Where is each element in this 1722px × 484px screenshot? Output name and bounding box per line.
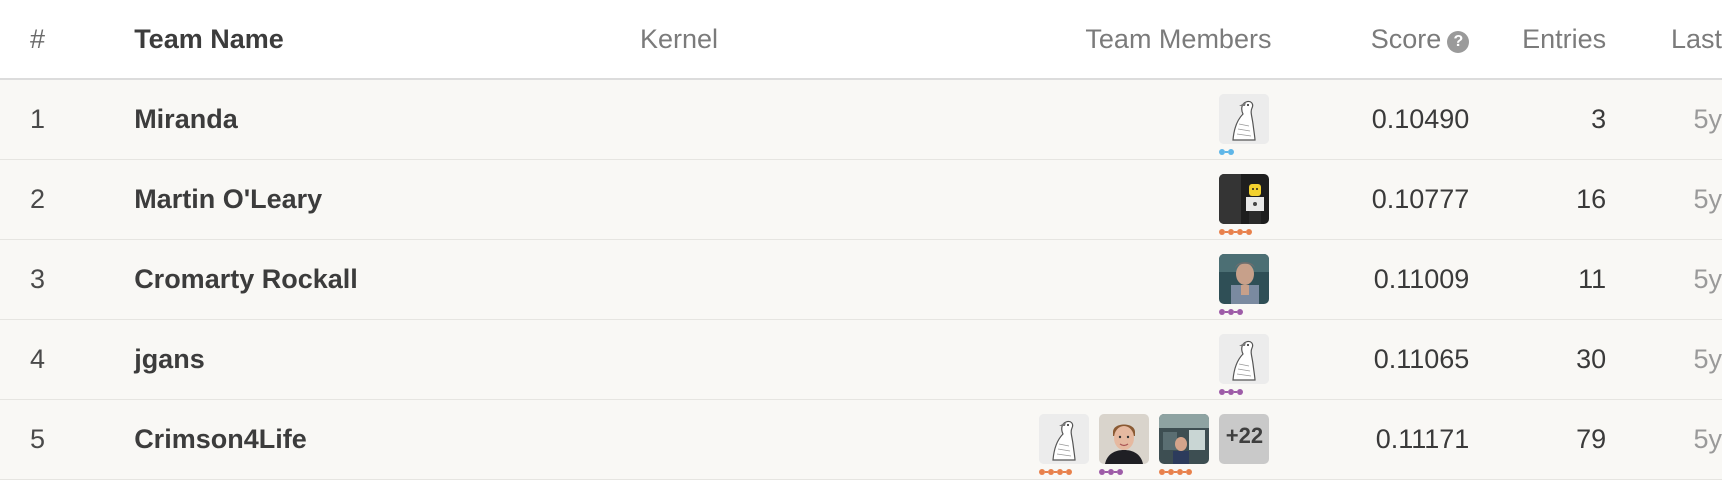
team-name-link[interactable]: Cromarty Rockall	[124, 239, 640, 319]
header-score[interactable]: Score?	[1271, 0, 1470, 79]
tier-indicator-icon	[1039, 469, 1073, 475]
more-members-badge[interactable]: +22	[1219, 414, 1270, 464]
rank-cell: 1	[30, 103, 46, 134]
team-name-link[interactable]: jgans	[124, 319, 640, 399]
tier-indicator-icon	[1219, 309, 1244, 315]
team-members-cell	[914, 239, 1272, 319]
entries-cell: 16	[1576, 183, 1607, 214]
last-cell: 5y	[1693, 263, 1722, 294]
photo-office-avatar[interactable]	[1159, 414, 1210, 464]
team-member[interactable]	[1099, 414, 1150, 475]
rank-cell: 5	[30, 423, 46, 454]
kernel-cell	[640, 399, 914, 479]
score-cell: 0.11009	[1373, 263, 1470, 294]
team-members-cell: +22	[914, 399, 1272, 479]
photo-portrait-avatar[interactable]	[1099, 414, 1150, 464]
entries-cell: 3	[1591, 103, 1607, 134]
team-name-link[interactable]: Crimson4Life	[124, 399, 640, 479]
goose-avatar[interactable]	[1219, 94, 1270, 145]
team-name-link[interactable]: Miranda	[124, 79, 640, 159]
team-members-cell	[914, 319, 1272, 399]
team-members-cell	[914, 159, 1272, 239]
rank-cell: 4	[30, 343, 46, 374]
header-team-members: Team Members	[1085, 23, 1272, 54]
team-members-cell	[914, 79, 1272, 159]
rank-cell: 2	[30, 183, 46, 214]
rank-cell: 3	[30, 263, 46, 294]
team-member[interactable]	[1219, 94, 1270, 156]
team-member[interactable]	[1219, 334, 1270, 395]
entries-cell: 79	[1576, 423, 1607, 454]
goose-avatar[interactable]	[1219, 334, 1270, 384]
kernel-cell	[640, 319, 914, 399]
goose-avatar[interactable]	[1039, 414, 1090, 464]
team-member[interactable]	[1159, 414, 1210, 475]
header-entries[interactable]: Entries	[1469, 0, 1606, 79]
lego-figure-avatar[interactable]	[1219, 174, 1270, 224]
tier-indicator-icon	[1219, 229, 1253, 235]
last-cell: 5y	[1693, 103, 1722, 134]
header-kernel[interactable]: Kernel	[640, 0, 914, 79]
question-circle-icon[interactable]: ?	[1447, 30, 1470, 53]
kernel-cell	[640, 79, 914, 159]
table-row: 5 Crimson4Life +22 0.11171 79 5y	[0, 399, 1722, 479]
table-row: 2 Martin O'Leary 0.10777 16 5y	[0, 159, 1722, 239]
header-score-label[interactable]: Score	[1371, 24, 1442, 54]
kernel-cell	[640, 159, 914, 239]
team-member[interactable]	[1219, 174, 1270, 235]
kernel-cell	[640, 239, 914, 319]
table-row: 4 jgans 0.11065 30 5y	[0, 319, 1722, 399]
tier-indicator-icon	[1219, 389, 1244, 395]
table-row: 1 Miranda 0.10490 3 5y	[0, 79, 1722, 159]
tier-indicator-icon	[1219, 149, 1235, 156]
last-cell: 5y	[1693, 343, 1722, 374]
team-name-link[interactable]: Martin O'Leary	[124, 159, 640, 239]
entries-cell: 30	[1576, 343, 1607, 374]
last-cell: 5y	[1693, 423, 1722, 454]
score-cell: 0.11065	[1373, 343, 1470, 374]
header-row: # Team Name Kernel Team Members Score? E…	[0, 0, 1722, 79]
score-cell: 0.10490	[1371, 103, 1470, 134]
leaderboard-table: # Team Name Kernel Team Members Score? E…	[0, 0, 1722, 480]
entries-cell: 11	[1578, 263, 1607, 294]
tier-indicator-icon	[1159, 469, 1193, 475]
header-last[interactable]: Last	[1606, 0, 1722, 79]
tier-indicator-icon	[1099, 469, 1124, 475]
score-cell: 0.11171	[1375, 423, 1470, 454]
last-cell: 5y	[1693, 183, 1722, 214]
header-rank[interactable]: #	[0, 0, 124, 79]
header-team-name[interactable]: Team Name	[124, 0, 640, 79]
puppet-avatar[interactable]	[1219, 254, 1270, 304]
table-row: 3 Cromarty Rockall 0.11009 11 5y	[0, 239, 1722, 319]
team-member[interactable]	[1039, 414, 1090, 475]
team-member[interactable]	[1219, 254, 1270, 315]
score-cell: 0.10777	[1371, 183, 1470, 214]
